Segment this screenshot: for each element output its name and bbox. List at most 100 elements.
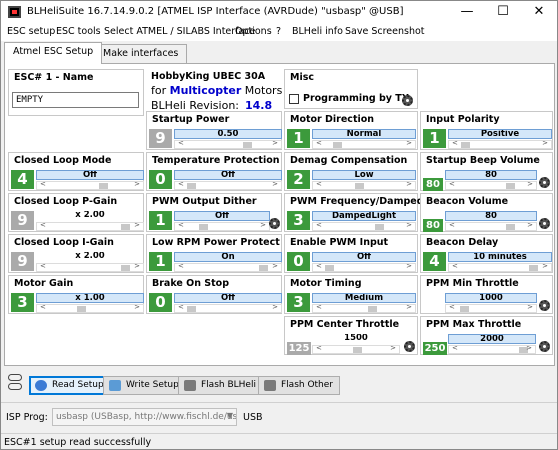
demag-compensation-slider[interactable]: < > [312,180,416,190]
chevron-left-icon[interactable]: < [40,221,46,229]
menu-esc-setup[interactable]: ESC setup [7,26,55,37]
chevron-left-icon[interactable]: < [40,180,46,188]
chevron-left-icon[interactable]: < [316,139,322,147]
chevron-left-icon[interactable]: < [449,180,455,188]
startup-power-slider[interactable]: < > [174,139,282,149]
menu-select-interface[interactable]: Select ATMEL / SILABS Interface [104,26,255,37]
low-rpm-power-protect-slider[interactable]: < > [174,262,282,272]
menu-blheli-info[interactable]: BLHeli info [292,26,343,37]
chevron-left-icon[interactable]: < [449,221,455,229]
tab-atmel-esc-setup[interactable]: Atmel ESC Setup [4,42,103,64]
closed-loop-mode-slider[interactable]: < > [36,180,144,190]
temperature-protection-slider[interactable]: < > [174,180,282,190]
motor-direction-slider[interactable]: < > [312,139,416,149]
read-setup-button[interactable]: Read Setup [29,376,111,395]
isp-prog-select[interactable]: usbasp (USBasp, http://www.fischl.de/usb… [52,408,237,426]
gear-icon[interactable] [539,341,550,352]
chevron-right-icon[interactable]: > [272,139,278,147]
ppm-min-throttle-slider[interactable]: < > [445,303,537,313]
slider-thumb[interactable] [121,265,130,271]
chevron-right-icon[interactable]: > [272,180,278,188]
chevron-right-icon[interactable]: > [406,139,412,147]
chevron-right-icon[interactable]: > [406,303,412,311]
chevron-right-icon[interactable]: > [406,262,412,270]
write-setup-button[interactable]: Write Setup [103,376,186,395]
chevron-left-icon[interactable]: < [316,303,322,311]
beacon-volume-slider[interactable]: < > [445,221,537,231]
slider-thumb[interactable] [506,183,515,189]
ppm-center-throttle-slider[interactable]: < > [312,344,400,354]
startup-beep-volume-slider[interactable]: < > [445,180,537,190]
chevron-right-icon[interactable]: > [260,221,266,229]
slider-thumb[interactable] [187,183,196,189]
tab-make-interfaces[interactable]: Make interfaces [94,44,188,63]
gear-icon[interactable] [269,218,280,229]
slider-thumb[interactable] [187,306,196,312]
slider-thumb[interactable] [199,224,208,230]
chevron-left-icon[interactable]: < [178,262,184,270]
chevron-left-icon[interactable]: < [452,139,458,147]
motor-timing-slider[interactable]: < > [312,303,416,313]
ppm-max-throttle-slider[interactable]: < > [448,344,536,354]
chevron-left-icon[interactable]: < [452,262,458,270]
chevron-left-icon[interactable]: < [178,180,184,188]
slider-thumb[interactable] [355,183,364,189]
slider-thumb[interactable] [461,142,470,148]
closed-loop-pgain-slider[interactable]: < > [36,221,144,231]
slider-thumb[interactable] [333,142,342,148]
gear-icon[interactable] [539,177,550,188]
gear-icon[interactable] [402,95,413,106]
beacon-delay-slider[interactable]: < > [448,262,552,272]
menu-help[interactable]: ? [276,26,281,37]
gear-icon[interactable] [404,341,415,352]
chevron-left-icon[interactable]: < [316,221,322,229]
chevron-left-icon[interactable]: < [178,139,184,147]
gear-icon[interactable] [539,300,550,311]
chevron-left-icon[interactable]: < [316,344,322,352]
chevron-right-icon[interactable]: > [134,262,140,270]
slider-thumb[interactable] [353,347,362,353]
closed-loop-igain-slider[interactable]: < > [36,262,144,272]
minimize-button[interactable]: — [449,1,485,23]
close-button[interactable]: ✕ [521,1,557,23]
chevron-left-icon[interactable]: < [316,262,322,270]
chevron-right-icon[interactable]: > [272,262,278,270]
chevron-right-icon[interactable]: > [542,139,548,147]
flash-blheli-button[interactable]: Flash BLHeli [178,376,263,395]
chevron-right-icon[interactable]: > [527,221,533,229]
pwm-frequency-slider[interactable]: < > [312,221,416,231]
slider-thumb[interactable] [121,224,130,230]
chevron-right-icon[interactable]: > [134,303,140,311]
pwm-output-dither-slider[interactable]: < > [174,221,270,231]
slider-thumb[interactable] [460,306,469,312]
slider-thumb[interactable] [259,265,268,271]
chevron-left-icon[interactable]: < [178,303,184,311]
chevron-right-icon[interactable]: > [542,262,548,270]
esc-name-input[interactable] [12,92,139,108]
maximize-button[interactable]: ☐ [485,1,521,23]
programming-by-tx-checkbox[interactable] [289,94,299,104]
brake-on-stop-slider[interactable]: < > [174,303,282,313]
menu-esc-tools[interactable]: ESC tools [56,26,101,37]
slider-thumb[interactable] [529,265,538,271]
chevron-right-icon[interactable]: > [526,344,532,352]
chevron-right-icon[interactable]: > [406,180,412,188]
chevron-right-icon[interactable]: > [406,221,412,229]
slider-thumb[interactable] [99,183,108,189]
slider-thumb[interactable] [243,142,252,148]
chevron-left-icon[interactable]: < [40,262,46,270]
gear-icon[interactable] [539,218,550,229]
menu-options[interactable]: Options [235,26,272,37]
chevron-right-icon[interactable]: > [527,180,533,188]
chevron-right-icon[interactable]: > [527,303,533,311]
chevron-left-icon[interactable]: < [449,303,455,311]
motor-gain-slider[interactable]: < > [36,303,144,313]
chevron-right-icon[interactable]: > [134,180,140,188]
slider-thumb[interactable] [325,265,334,271]
flash-other-button[interactable]: Flash Other [258,376,341,395]
slider-thumb[interactable] [368,306,377,312]
slider-thumb[interactable] [375,224,384,230]
chevron-left-icon[interactable]: < [452,344,458,352]
enable-pwm-input-slider[interactable]: < > [312,262,416,272]
slider-thumb[interactable] [506,224,515,230]
